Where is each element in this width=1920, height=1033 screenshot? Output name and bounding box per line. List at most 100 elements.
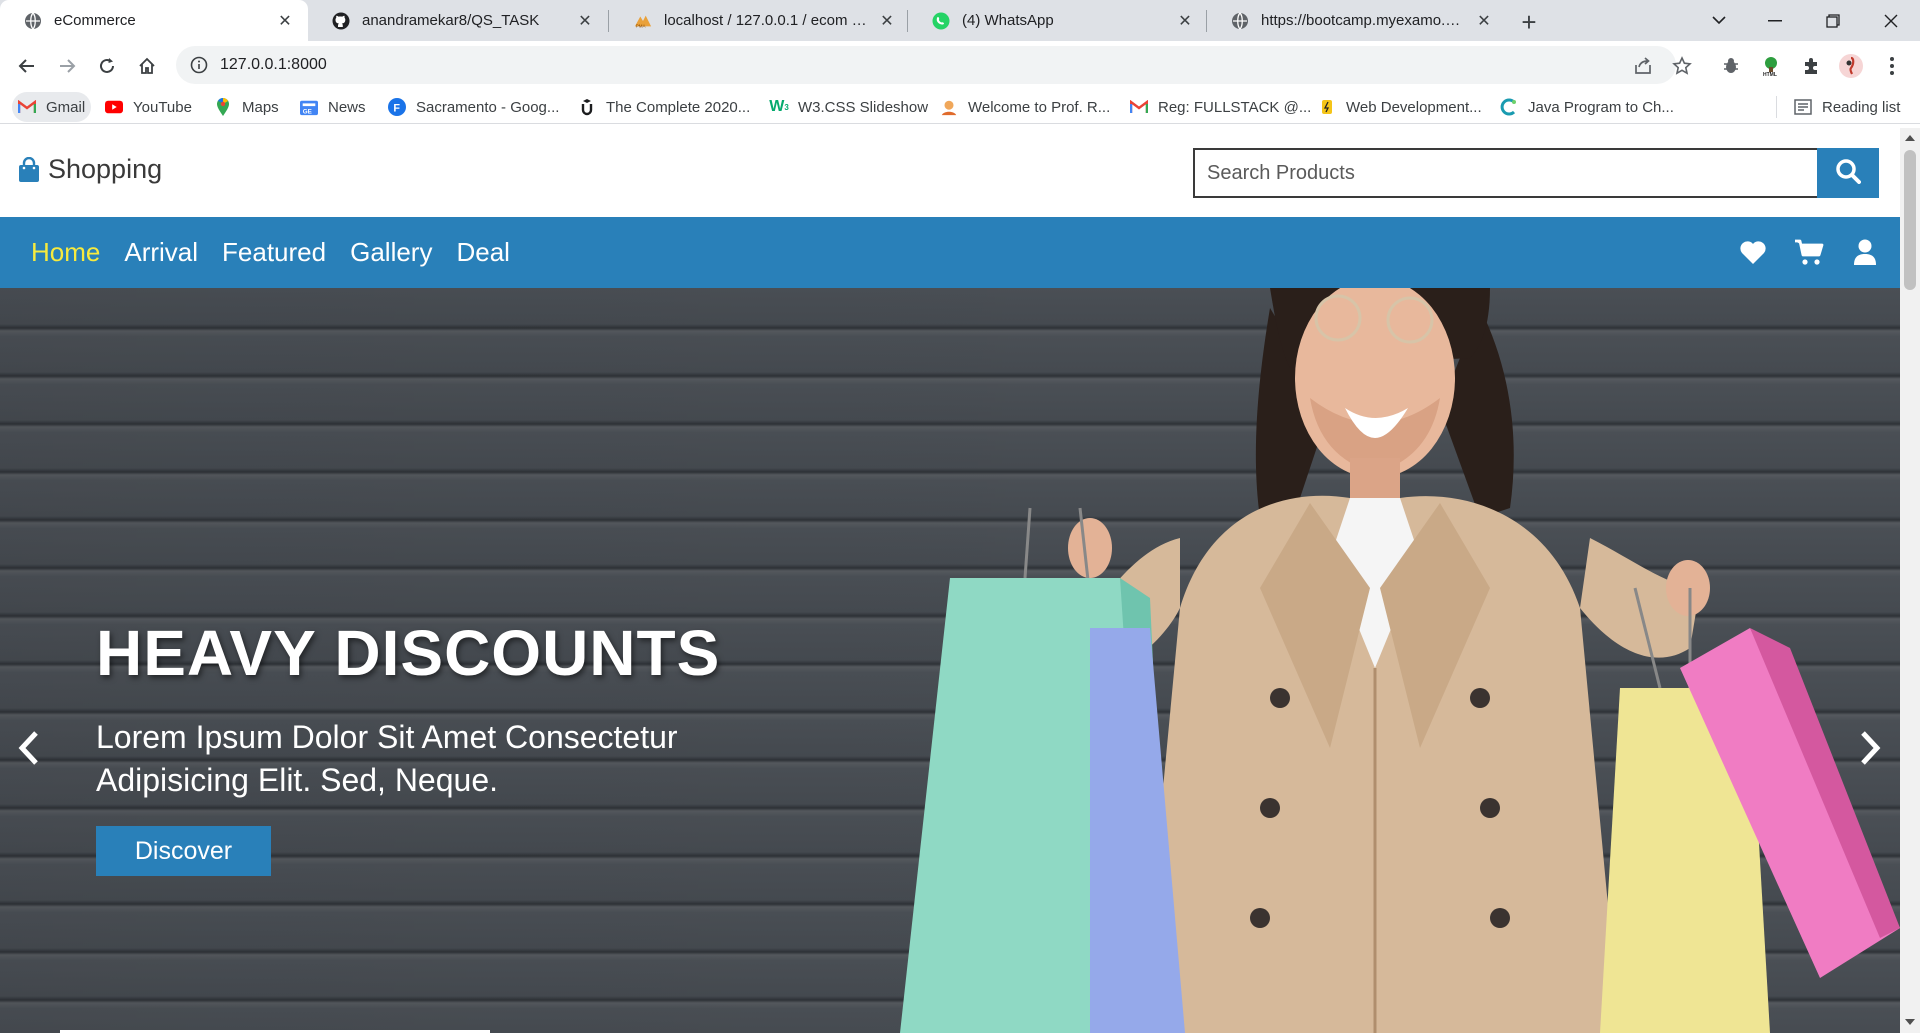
gmail-icon [1130,98,1148,116]
youtube-icon [105,98,123,116]
news-icon: GE [300,98,318,116]
scroll-up-icon[interactable] [1905,134,1915,142]
bookmark-youtube[interactable]: YouTube [99,92,198,122]
nav-featured[interactable]: Featured [222,237,326,268]
search-form [1193,148,1879,198]
nav-icons [1738,217,1880,288]
bookmark-maps[interactable]: Maps [208,92,285,122]
address-bar[interactable]: 127.0.0.1:8000 [176,46,1676,84]
bug-extension-icon[interactable] [1714,49,1748,83]
hero-heading: HEAVY DISCOUNTS [96,617,721,689]
hero-woman-image [900,288,1900,1033]
bolt-icon [1318,98,1336,116]
bookmark-news[interactable]: GE News [294,92,372,122]
close-icon[interactable]: ✕ [574,10,596,32]
tab-separator [608,10,609,32]
bookmark-complete-2020[interactable]: The Complete 2020... [572,92,756,122]
search-button[interactable] [1817,148,1879,198]
nav-gallery[interactable]: Gallery [350,237,432,268]
tab-bootcamp[interactable]: https://bootcamp.myexamo.com ✕ [1207,0,1507,41]
bookmark-label: Web Development... [1346,98,1482,116]
site-info-icon[interactable] [190,56,208,74]
bookmark-label: Java Program to Ch... [1528,98,1674,116]
bookmark-label: Gmail [46,98,86,116]
tab-phpmyadmin[interactable]: PMA localhost / 127.0.0.1 / ecom / cat ✕ [610,0,910,41]
tab-title: localhost / 127.0.0.1 / ecom / cat [664,12,868,29]
user-icon[interactable] [1850,238,1880,268]
u-icon [578,98,596,116]
forward-button[interactable] [50,49,84,83]
scrollbar-thumb[interactable] [1904,150,1916,290]
maps-icon [214,98,232,116]
reload-button[interactable] [90,49,124,83]
bookmark-web-development[interactable]: Web Development... [1312,92,1488,122]
hero-text: Lorem Ipsum Dolor Sit Amet Consectetur A… [96,719,678,798]
bookmark-label: Maps [242,98,279,116]
close-icon[interactable]: ✕ [274,10,296,32]
phpmyadmin-icon: PMA [634,12,652,30]
search-icon [1835,158,1861,189]
tab-github[interactable]: anandramekar8/QS_TASK ✕ [308,0,608,41]
close-window-button[interactable] [1862,0,1920,41]
share-icon[interactable] [1626,49,1660,83]
tab-search-button[interactable] [1690,0,1748,41]
site-header: Shopping [0,128,1900,217]
slider-next-arrow[interactable] [1855,728,1885,772]
minimize-button[interactable] [1746,0,1804,41]
html-extension-icon[interactable]: HTML [1754,49,1788,83]
reading-list-icon [1794,98,1812,116]
search-input[interactable] [1193,148,1819,198]
chevron-right-icon [1859,730,1881,771]
tab-title: anandramekar8/QS_TASK [362,12,540,29]
scroll-down-icon[interactable] [1905,1018,1915,1026]
discover-button[interactable]: Discover [96,826,271,876]
bookmark-star-icon[interactable] [1665,49,1699,83]
bookmark-sacramento[interactable]: F Sacramento - Goog... [382,92,565,122]
web-page: Shopping Home Arrival Featured Gallery D… [0,128,1900,1033]
tab-title: https://bootcamp.myexamo.com [1261,12,1465,29]
menu-kebab-icon[interactable] [1875,49,1909,83]
bookmark-gmail[interactable]: Gmail [12,92,92,122]
slider-prev-arrow[interactable] [14,728,44,772]
w3-icon: W3 [769,98,789,115]
tab-ecommerce[interactable]: eCommerce ✕ [0,0,308,41]
nav-arrival[interactable]: Arrival [124,237,198,268]
profile-avatar-icon[interactable] [1834,49,1868,83]
shopping-bag-icon [18,156,40,183]
bookmark-java-program[interactable]: Java Program to Ch... [1494,92,1680,122]
home-button[interactable] [130,49,164,83]
bookmark-reg-fullstack[interactable]: Reg: FULLSTACK @... [1124,92,1317,122]
svg-text:HTML: HTML [1763,72,1777,77]
nav-deal[interactable]: Deal [456,237,509,268]
cart-icon[interactable] [1794,238,1824,268]
bookmark-label: Welcome to Prof. R... [968,98,1111,116]
back-button[interactable] [10,49,44,83]
whatsapp-icon [932,12,950,30]
tab-whatsapp[interactable]: (4) WhatsApp ✕ [908,0,1208,41]
close-icon[interactable]: ✕ [1473,10,1495,32]
close-icon[interactable]: ✕ [876,10,898,32]
site-logo[interactable]: Shopping [18,154,162,185]
nav-links: Home Arrival Featured Gallery Deal [31,217,510,288]
new-tab-button[interactable]: + [1515,7,1543,37]
restore-button[interactable] [1804,0,1862,41]
gmail-icon [18,98,36,116]
f-icon: F [388,98,406,116]
bookmark-prof[interactable]: Welcome to Prof. R... [934,92,1116,122]
hero-slider: HEAVY DISCOUNTS Lorem Ipsum Dolor Sit Am… [0,288,1900,1033]
bookmarks-bar: Gmail YouTube Maps GE News F Sacramento … [0,90,1920,124]
heart-icon[interactable] [1738,238,1768,268]
close-icon[interactable]: ✕ [1174,10,1196,32]
bookmark-label: YouTube [133,98,192,116]
reading-list-button[interactable]: Reading list [1788,92,1906,122]
bookmarks-divider [1776,96,1777,118]
bookmark-label: News [328,98,366,116]
c-icon [1500,98,1518,116]
extensions-puzzle-icon[interactable] [1794,49,1828,83]
page-scrollbar[interactable] [1900,128,1920,1033]
nav-home[interactable]: Home [31,237,100,268]
bookmark-label: W3.CSS Slideshow [798,98,929,116]
globe-icon [1231,12,1249,30]
bookmark-w3css[interactable]: W3 W3.CSS Slideshow [764,92,934,122]
chevron-left-icon [18,730,40,771]
